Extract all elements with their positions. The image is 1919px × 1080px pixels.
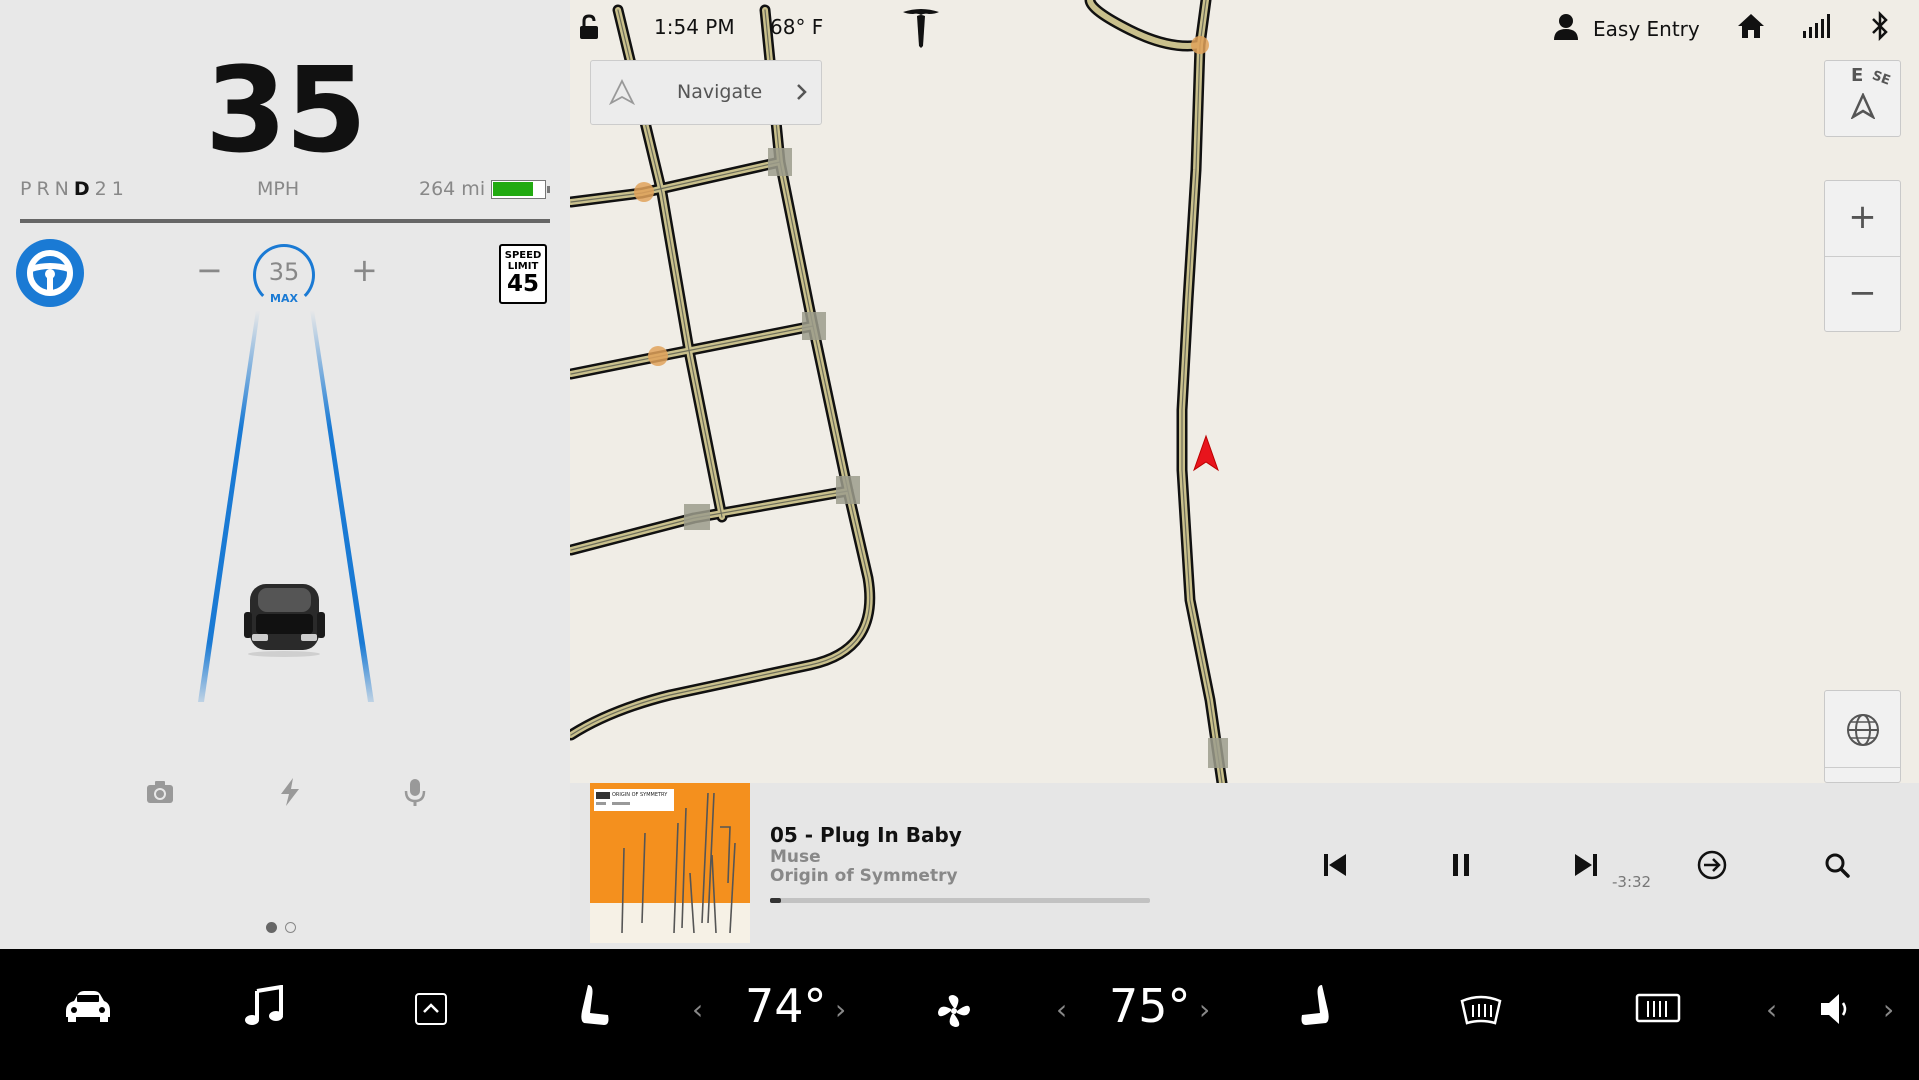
- compass-button[interactable]: E SE: [1824, 60, 1901, 137]
- speed-limit-sign: SPEED LIMIT 45: [499, 244, 547, 304]
- cruise-decrease-button[interactable]: −: [196, 250, 223, 290]
- map-options-button[interactable]: [1824, 690, 1901, 783]
- cluster-divider: [20, 219, 550, 223]
- gear-2: 2: [94, 178, 112, 200]
- track-album: Origin of Symmetry: [770, 866, 958, 886]
- globe-icon: [1847, 714, 1879, 746]
- gear-1: 1: [111, 178, 129, 200]
- battery-icon: [491, 180, 550, 199]
- gear-r: R: [36, 178, 55, 200]
- clock: 1:54 PM: [654, 15, 735, 39]
- pause-icon[interactable]: [1441, 845, 1481, 885]
- media-player: ORIGIN OF SYMMETRY 05 - Plug In Baby Mus…: [570, 783, 1919, 949]
- volume-icon[interactable]: [1819, 991, 1849, 1027]
- playback-progress-bar[interactable]: [770, 898, 1150, 903]
- next-track-icon[interactable]: [1566, 845, 1606, 885]
- passenger-seat-heater-icon[interactable]: [1296, 981, 1332, 1029]
- navigate-button[interactable]: Navigate: [590, 60, 822, 125]
- heading-arrow-icon: [1851, 93, 1875, 119]
- page-dot-2[interactable]: [285, 922, 296, 933]
- status-bar: 1:54 PM 68° F Easy Entry: [570, 0, 1919, 55]
- range-readout: 264 mi: [419, 178, 486, 200]
- playback-progress-fill: [770, 898, 782, 903]
- cruise-set-speed: 35: [268, 258, 300, 286]
- tesla-logo-icon[interactable]: [900, 6, 942, 48]
- rear-defrost-icon[interactable]: [1635, 993, 1681, 1027]
- camera-icon[interactable]: [144, 776, 176, 808]
- zoom-in-button[interactable]: +: [1825, 181, 1900, 256]
- volume-down-icon[interactable]: ‹: [1766, 993, 1777, 1026]
- lightning-icon[interactable]: [274, 776, 306, 808]
- passenger-temp-down-icon[interactable]: ‹: [1056, 993, 1067, 1026]
- passenger-temp-up-icon[interactable]: ›: [1199, 993, 1210, 1026]
- microphone-icon[interactable]: [399, 776, 431, 808]
- control-bar: ‹ 74° › ‹ 75° › ‹ ›: [0, 949, 1919, 1080]
- time-remaining: -3:32: [1612, 873, 1652, 891]
- driver-profile-icon[interactable]: [1553, 13, 1579, 41]
- front-defrost-icon[interactable]: [1459, 995, 1503, 1027]
- chevron-right-icon: [797, 84, 807, 100]
- track-artist: Muse: [770, 847, 821, 867]
- speed-limit-value: 45: [506, 271, 539, 297]
- cruise-increase-button[interactable]: +: [351, 250, 378, 290]
- page-dot-1[interactable]: [266, 922, 277, 933]
- outside-temperature: 68° F: [770, 15, 824, 39]
- car-controls-icon[interactable]: [62, 989, 114, 1025]
- volume-up-icon[interactable]: ›: [1883, 993, 1894, 1026]
- instrument-cluster: 35 PRND21 MPH 264 mi − 35 MAX + SPEED LI…: [0, 0, 570, 949]
- gear-p: P: [20, 178, 37, 200]
- navigate-arrow-icon: [609, 79, 635, 105]
- zoom-controls: + −: [1824, 180, 1901, 332]
- album-cover[interactable]: ORIGIN OF SYMMETRY: [590, 783, 750, 943]
- lock-icon[interactable]: [578, 14, 600, 40]
- app-launcher-icon[interactable]: [414, 992, 448, 1026]
- speed-readout: 35: [204, 41, 367, 179]
- gear-d: D: [73, 178, 95, 200]
- gear-selector-display: PRND21: [20, 178, 129, 200]
- current-location-arrow: [1193, 434, 1219, 472]
- driver-temp-up-icon[interactable]: ›: [835, 993, 846, 1026]
- compass-heading-secondary: SE: [1869, 68, 1893, 89]
- navigate-label: Navigate: [677, 81, 763, 103]
- cruise-max-label: MAX: [270, 292, 298, 305]
- passenger-temperature: 75°: [1109, 979, 1191, 1033]
- driver-temperature: 74°: [745, 979, 827, 1033]
- album-art-image: [590, 783, 750, 943]
- compass-heading-primary: E: [1851, 65, 1864, 86]
- fan-icon[interactable]: [936, 993, 972, 1029]
- page-indicator: [266, 918, 304, 937]
- battery-level-fill: [493, 182, 533, 196]
- driver-seat-heater-icon[interactable]: [578, 981, 614, 1029]
- bluetooth-icon[interactable]: [1870, 11, 1890, 41]
- album-cover-title: ORIGIN OF SYMMETRY: [612, 792, 668, 798]
- search-icon[interactable]: [1818, 845, 1858, 885]
- autosteer-icon[interactable]: [16, 239, 84, 307]
- speed-unit: MPH: [257, 178, 300, 200]
- gear-n: N: [54, 178, 74, 200]
- previous-track-icon[interactable]: [1315, 845, 1355, 885]
- vehicle-icon: [244, 584, 325, 657]
- speed-limit-label-1: SPEED: [504, 250, 542, 261]
- track-title: 05 - Plug In Baby: [770, 823, 962, 847]
- driver-temp-down-icon[interactable]: ‹: [692, 993, 703, 1026]
- driver-profile-name[interactable]: Easy Entry: [1593, 17, 1700, 41]
- music-note-icon[interactable]: [243, 985, 287, 1029]
- cellular-signal-icon: [1803, 14, 1830, 38]
- source-switch-icon[interactable]: [1692, 845, 1732, 885]
- homelink-icon[interactable]: [1737, 12, 1765, 40]
- zoom-out-button[interactable]: −: [1825, 257, 1900, 332]
